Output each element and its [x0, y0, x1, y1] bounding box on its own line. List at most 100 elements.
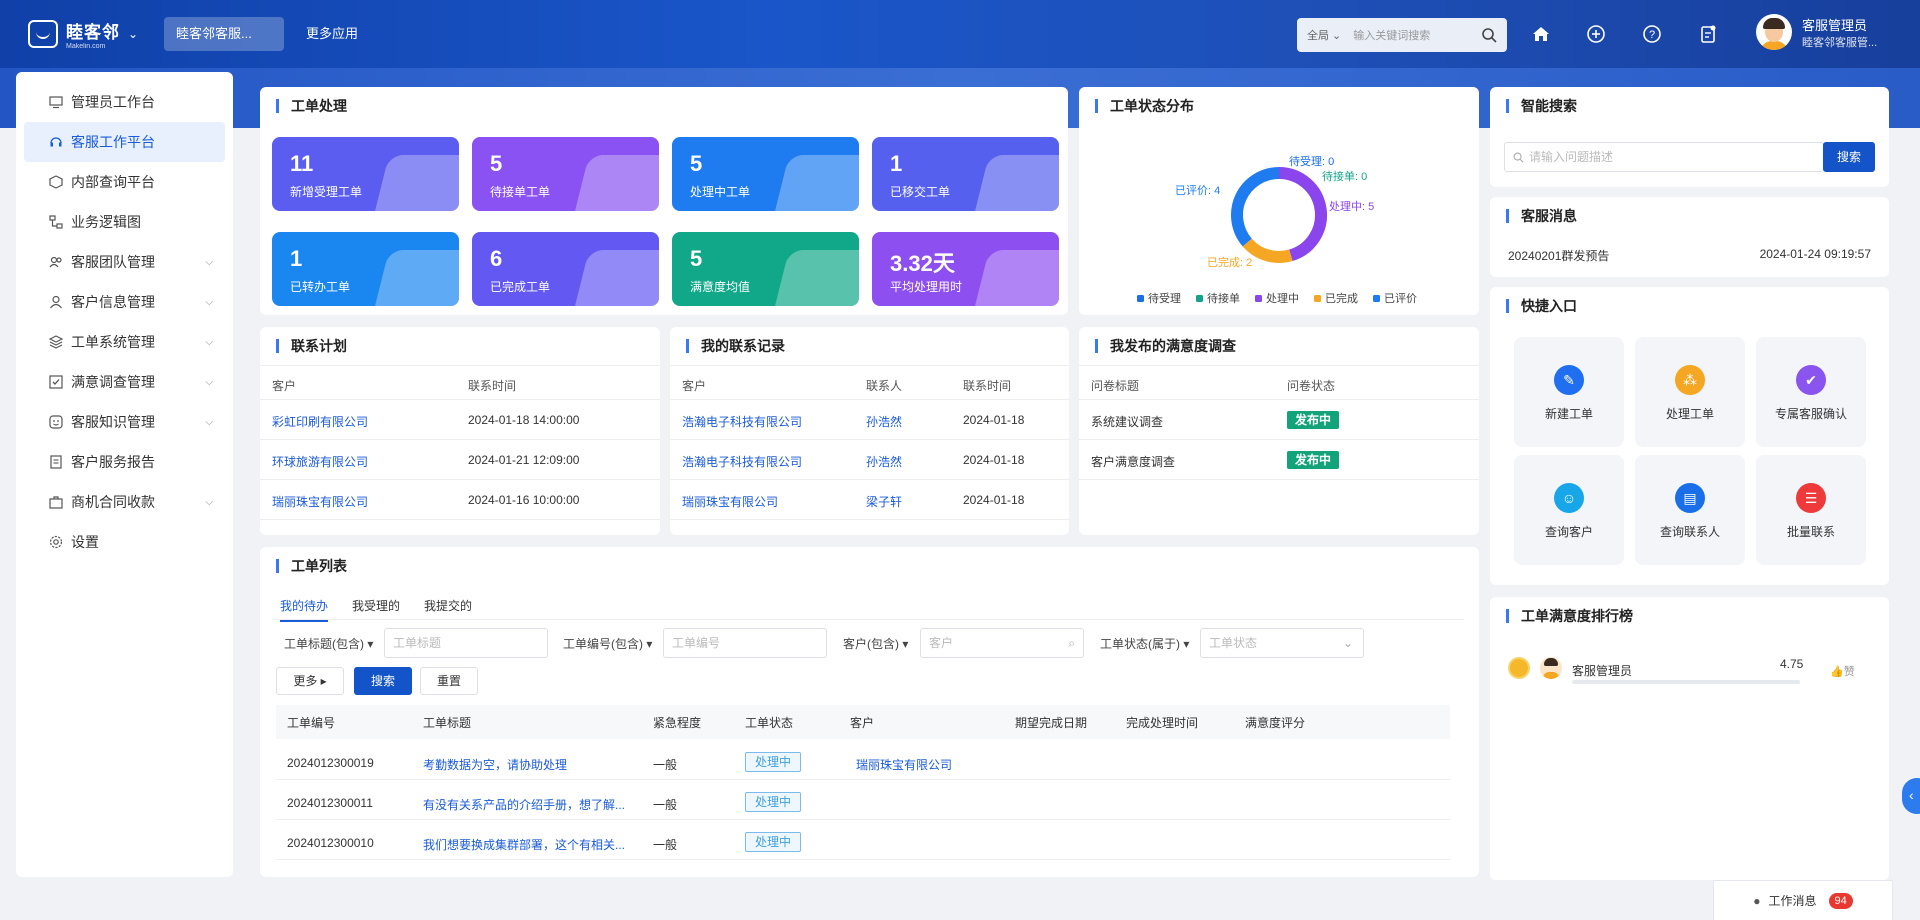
quick-entry-item[interactable]: ☰ 批量联系 — [1756, 455, 1866, 565]
workorder-card: 工单处理 11 新增受理工单 5 待接单工单 5 处理中工单 1 已移交工单 1 已转办工单 6 已完… — [260, 87, 1068, 315]
filter-code-label[interactable]: 工单编号(包含) ▾ — [563, 635, 652, 652]
smart-search-input[interactable]: 请输入问题描述 — [1504, 142, 1824, 172]
chevron-down-icon[interactable]: ⌵ — [205, 337, 213, 348]
col-header[interactable]: 期望完成日期 — [1015, 714, 1087, 731]
contact-person-link[interactable]: 孙浩然 — [866, 413, 902, 430]
col-header[interactable]: 紧急程度 — [653, 714, 701, 731]
more-filters-button[interactable]: 更多 ▸ — [276, 667, 344, 695]
filter-status-label[interactable]: 工单状态(属于) ▾ — [1100, 635, 1189, 652]
filter-status-select[interactable]: 工单状态 ⌄ — [1200, 628, 1364, 658]
message-item[interactable]: 20240201群发预告 — [1508, 247, 1609, 264]
side-collapse-handle[interactable]: ‹ — [1902, 778, 1920, 814]
stat-card[interactable]: 5 待接单工单 — [472, 137, 659, 211]
legend-label[interactable]: 已评价 — [1384, 292, 1417, 305]
tab-my-submitted[interactable]: 我提交的 — [424, 597, 472, 614]
search-button[interactable]: 搜索 — [354, 667, 412, 695]
app-logo[interactable]: 睦客邻 Makelin.com ⌄ — [28, 18, 138, 50]
home-icon[interactable] — [1529, 22, 1553, 46]
stat-card[interactable]: 6 已完成工单 — [472, 232, 659, 306]
col-header[interactable]: 客户 — [850, 714, 874, 731]
quick-entry-label: 专属客服确认 — [1774, 407, 1847, 421]
filter-title-label[interactable]: 工单标题(包含) ▾ — [284, 635, 373, 652]
donut-slice[interactable] — [1231, 167, 1280, 247]
stat-card[interactable]: 3.32天 平均处理用时 — [872, 232, 1059, 306]
quick-entry-item[interactable]: ⁂ 处理工单 — [1635, 337, 1745, 447]
reset-button[interactable]: 重置 — [420, 667, 478, 695]
filter-title-input[interactable]: 工单标题 — [384, 628, 548, 658]
add-circle-icon[interactable] — [1584, 22, 1608, 46]
quick-entry-item[interactable]: ▤ 查询联系人 — [1635, 455, 1745, 565]
monitor-icon — [49, 95, 63, 109]
donut-slice[interactable] — [1242, 238, 1293, 263]
customer-link[interactable]: 浩瀚电子科技有限公司 — [682, 453, 802, 470]
smart-search-button[interactable]: 搜索 — [1823, 142, 1875, 172]
stat-decoration — [769, 250, 859, 306]
chevron-down-icon[interactable]: ⌵ — [205, 417, 213, 428]
customer-link[interactable]: 瑞丽珠宝有限公司 — [856, 756, 952, 773]
sidebar-item-customer-info[interactable]: 客户信息管理 ⌵ — [24, 282, 225, 322]
chevron-down-icon[interactable]: ⌄ — [128, 27, 138, 41]
contact-person-link[interactable]: 梁子轩 — [866, 493, 902, 510]
order-title-link[interactable]: 考勤数据为空，请协助处理 — [423, 756, 567, 773]
user-menu[interactable]: 客服管理员 睦客邻客服管... — [1756, 14, 1888, 50]
sidebar-item-service-report[interactable]: 客户服务报告 — [24, 442, 225, 482]
tab-my-accepted[interactable]: 我受理的 — [352, 597, 400, 614]
search-input[interactable]: 输入关键词搜索 — [1353, 27, 1481, 43]
col-header[interactable]: 工单状态 — [745, 714, 793, 731]
donut-slice[interactable] — [1278, 167, 1327, 262]
global-search[interactable]: 全局 ⌄ 输入关键词搜索 — [1297, 18, 1507, 52]
customer-link[interactable]: 瑞丽珠宝有限公司 — [272, 493, 368, 510]
notice-icon[interactable] — [1696, 22, 1720, 46]
chevron-down-icon[interactable]: ⌵ — [205, 377, 213, 388]
customer-link[interactable]: 环球旅游有限公司 — [272, 453, 368, 470]
quick-entry-item[interactable]: ✔ 专属客服确认 — [1756, 337, 1866, 447]
sidebar-item-knowledge[interactable]: 客服知识管理 ⌵ — [24, 402, 225, 442]
col-header[interactable]: 工单编号 — [287, 714, 335, 731]
sidebar-item-internal-query[interactable]: 内部查询平台 — [24, 162, 225, 202]
filter-code-input[interactable]: 工单编号 — [663, 628, 827, 658]
app-tab-active[interactable]: 睦客邻客服... — [164, 17, 284, 51]
customer-link[interactable]: 瑞丽珠宝有限公司 — [682, 493, 778, 510]
filter-customer-input[interactable]: 客户 ⌕ — [920, 628, 1084, 658]
customer-link[interactable]: 浩瀚电子科技有限公司 — [682, 413, 802, 430]
legend-label[interactable]: 已完成 — [1325, 291, 1358, 305]
sidebar-item-survey-mgmt[interactable]: 满意调查管理 ⌵ — [24, 362, 225, 402]
legend-label[interactable]: 处理中 — [1266, 292, 1299, 305]
order-title-link[interactable]: 有没有关系产品的介绍手册，想了解... — [423, 796, 625, 813]
legend-label[interactable]: 待受理 — [1148, 291, 1181, 305]
stat-card[interactable]: 5 处理中工单 — [672, 137, 859, 211]
work-message-bar[interactable]: ● 工作消息 94 — [1713, 880, 1893, 920]
sidebar-item-team-mgmt[interactable]: 客服团队管理 ⌵ — [24, 242, 225, 282]
sidebar-item-contracts[interactable]: 商机合同收款 ⌵ — [24, 482, 225, 522]
stat-card[interactable]: 1 已转办工单 — [272, 232, 459, 306]
sidebar-item-admin-workbench[interactable]: 管理员工作台 — [24, 82, 225, 122]
sidebar-item-ticket-system[interactable]: 工单系统管理 ⌵ — [24, 322, 225, 362]
chevron-down-icon[interactable]: ⌵ — [205, 497, 213, 508]
col-header[interactable]: 完成处理时间 — [1126, 714, 1198, 731]
search-icon[interactable] — [1481, 27, 1497, 43]
briefcase-icon — [49, 495, 63, 509]
stat-card[interactable]: 1 已移交工单 — [872, 137, 1059, 211]
sidebar-item-logic-diagram[interactable]: 业务逻辑图 — [24, 202, 225, 242]
stat-card[interactable]: 11 新增受理工单 — [272, 137, 459, 211]
customer-link[interactable]: 彩虹印刷有限公司 — [272, 413, 368, 430]
quick-entry-item[interactable]: ☺ 查询客户 — [1514, 455, 1624, 565]
stat-card[interactable]: 5 满意度均值 — [672, 232, 859, 306]
chevron-down-icon[interactable]: ⌵ — [205, 257, 213, 268]
search-scope[interactable]: 全局 ⌄ — [1307, 27, 1341, 43]
like-button[interactable]: 👍赞 — [1830, 663, 1855, 679]
order-title-link[interactable]: 我们想要换成集群部署，这个有相关... — [423, 836, 625, 853]
filter-customer-label[interactable]: 客户(包含) ▾ — [843, 635, 908, 652]
quick-entry-item[interactable]: ✎ 新建工单 — [1514, 337, 1624, 447]
col-header[interactable]: 满意度评分 — [1245, 714, 1305, 731]
user-name: 客服管理员 — [1802, 17, 1868, 33]
contact-person-link[interactable]: 孙浩然 — [866, 453, 902, 470]
help-icon[interactable]: ? — [1640, 22, 1664, 46]
app-tab-more[interactable]: 更多应用 — [294, 17, 370, 51]
col-header[interactable]: 工单标题 — [423, 714, 471, 731]
sidebar-item-service-platform[interactable]: 客服工作平台 — [24, 122, 225, 162]
chat-icon: ● — [1753, 893, 1761, 908]
chevron-down-icon[interactable]: ⌵ — [205, 297, 213, 308]
sidebar-item-settings[interactable]: 设置 — [24, 522, 225, 562]
legend-label[interactable]: 待接单 — [1207, 291, 1240, 305]
